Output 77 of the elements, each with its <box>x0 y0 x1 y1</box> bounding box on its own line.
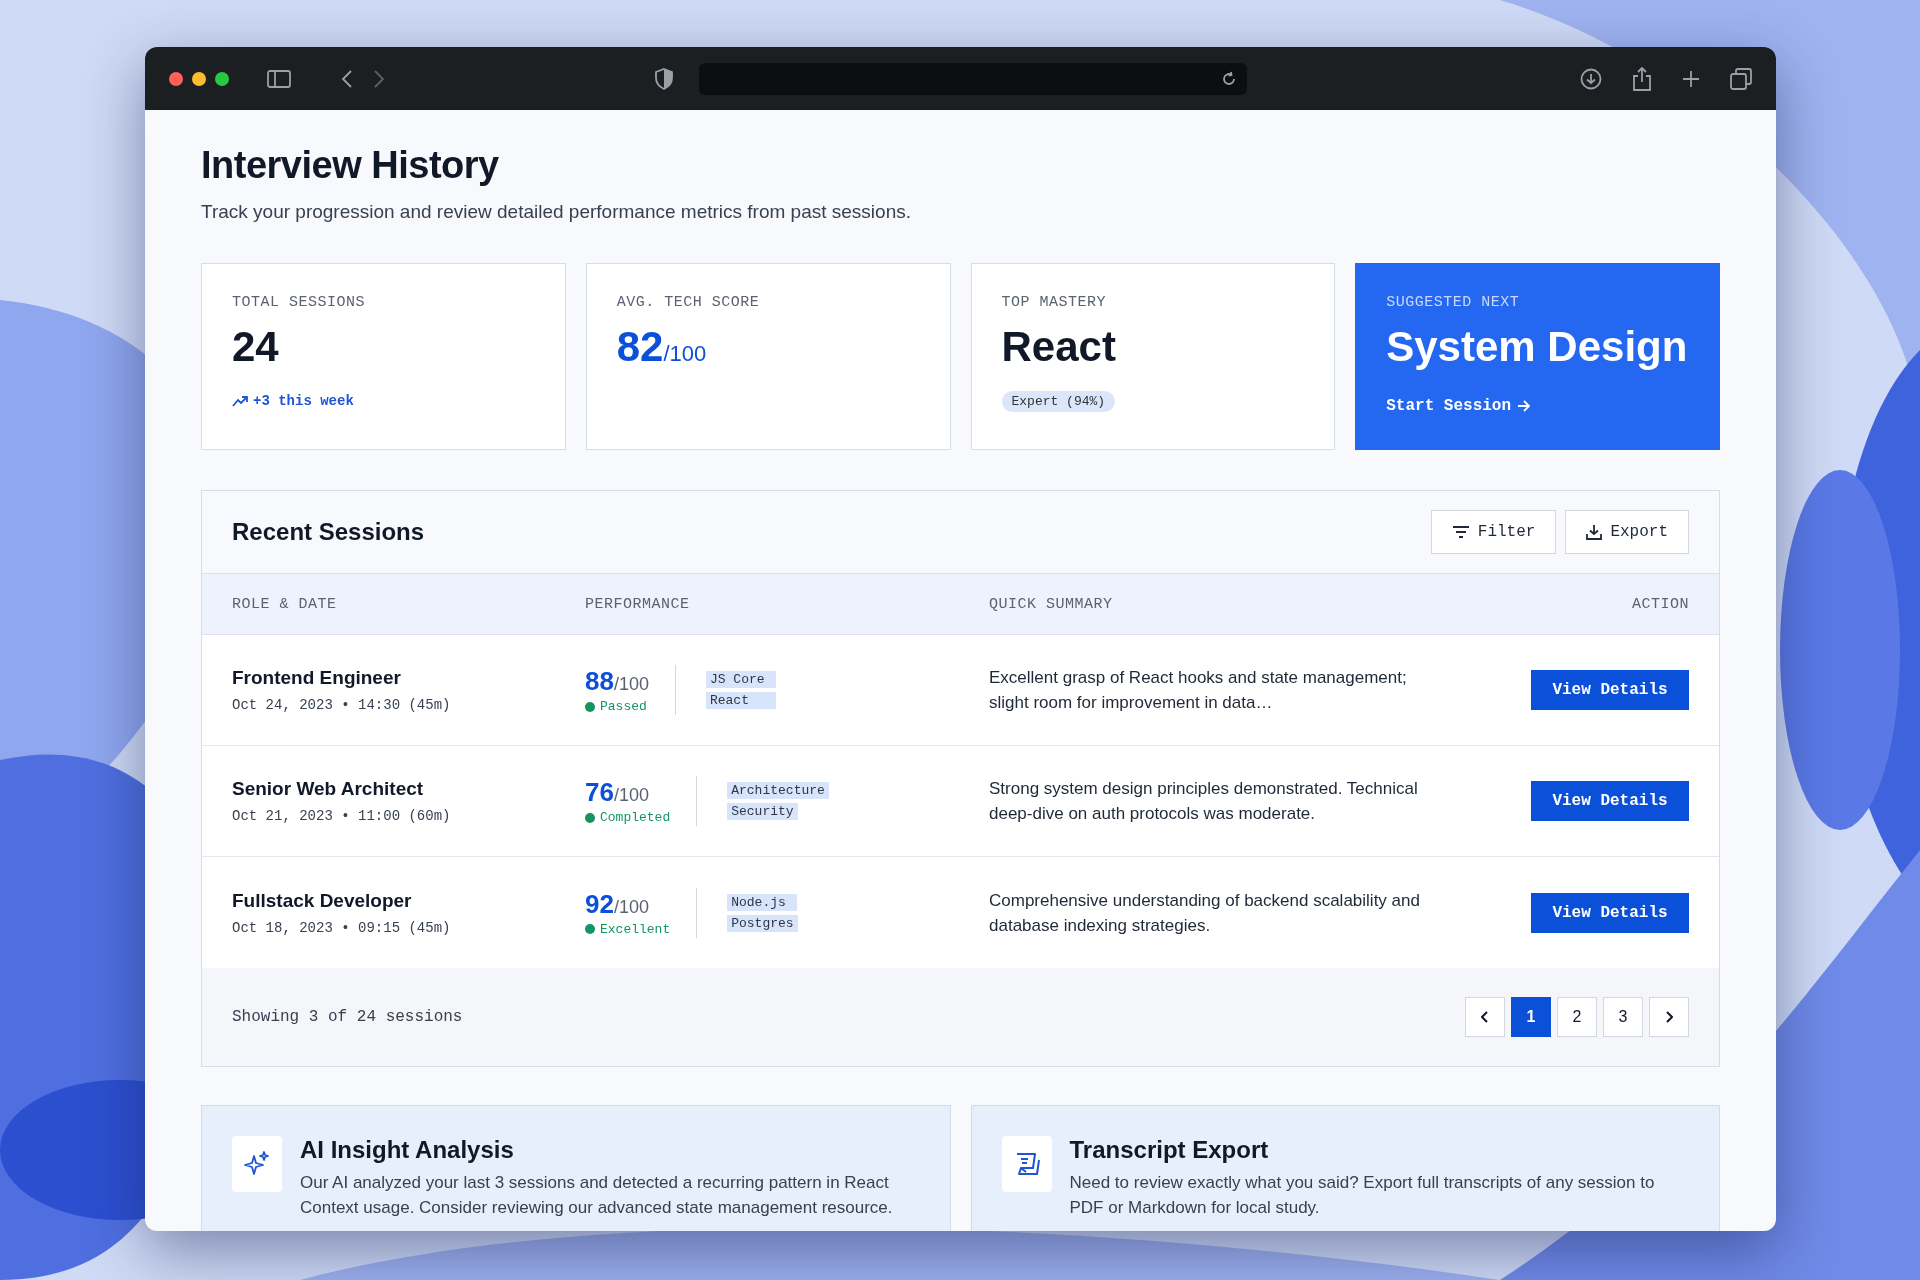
topic-tag: Security <box>727 803 798 820</box>
stat-label: SUGGESTED NEXT <box>1386 294 1520 311</box>
session-date: Oct 21, 2023 • 11:00 (60m) <box>232 808 452 824</box>
topic-tag: Node.js <box>727 893 798 911</box>
view-details-button[interactable]: View Details <box>1531 781 1689 821</box>
stat-label: AVG. TECH SCORE <box>616 294 760 311</box>
chevron-right-icon <box>1665 1011 1673 1023</box>
shield-icon[interactable] <box>655 67 673 90</box>
status-dot <box>585 924 595 934</box>
topic-tag: Architecture <box>727 782 829 799</box>
level-badge: Expert (94%) <box>1001 391 1116 412</box>
minimize-icon[interactable] <box>192 71 206 86</box>
chevron-left-icon <box>1481 1011 1489 1023</box>
status-dot <box>585 701 595 712</box>
card-title: AI Insight Analysis <box>300 1136 515 1164</box>
topic-tag: JS Core <box>705 671 776 688</box>
card-text: Need to review exactly what you said? Export full transcripts of any session to PDF or Markdown for local study. <box>1069 1172 1656 1219</box>
status-text: Passed <box>600 699 647 714</box>
session-summary: Strong system design principles demonstrated. Technical deep-dive on auth protocols was moderate. <box>989 778 1419 825</box>
back-icon[interactable] <box>341 68 353 89</box>
role-title: Frontend Engineer <box>232 667 402 689</box>
page-button[interactable]: 3 <box>1603 997 1643 1037</box>
page-subtitle: Track your progression and review detailed performance metrics from past sessions. <box>201 201 912 223</box>
section-title: Recent Sessions <box>232 518 425 546</box>
topic-tag: Postgres <box>727 914 798 932</box>
card-title: Transcript Export <box>1069 1136 1270 1164</box>
trend-text: +3 this week <box>253 393 354 409</box>
results-count: Showing 3 of 24 sessions <box>232 1008 463 1026</box>
sparkle-icon <box>243 1150 271 1178</box>
stat-value: 24 <box>232 323 279 371</box>
start-session-link[interactable]: Start Session <box>1386 397 1532 415</box>
sidebar-icon[interactable] <box>267 69 291 88</box>
stat-label: TOP MASTERY <box>1001 294 1107 311</box>
session-date: Oct 24, 2023 • 14:30 (45m) <box>232 697 452 713</box>
view-details-button[interactable]: View Details <box>1531 892 1689 933</box>
forward-icon[interactable] <box>373 68 385 89</box>
reload-icon[interactable] <box>1221 70 1237 87</box>
status-text: Excellent <box>600 921 671 937</box>
session-summary: Comprehensive understanding of backend scalability and database indexing strategies. <box>989 889 1421 937</box>
filter-button[interactable]: Filter <box>1430 510 1557 554</box>
session-date: Oct 18, 2023 • 09:15 (45m) <box>232 919 452 936</box>
stat-value: React <box>1001 323 1116 371</box>
role-title: Fullstack Developer <box>232 889 413 912</box>
stat-label: TOTAL SESSIONS <box>232 294 366 311</box>
view-details-button[interactable]: View Details <box>1531 670 1689 710</box>
trend-up-icon <box>232 395 248 407</box>
export-button[interactable]: Export <box>1565 510 1689 554</box>
stat-value: System Design <box>1386 323 1688 371</box>
score-value: 88 <box>585 666 614 697</box>
column-header: PERFORMANCE <box>585 595 691 613</box>
download-icon <box>1586 524 1603 540</box>
zoom-icon[interactable] <box>215 71 229 86</box>
score-max: /100 <box>613 674 649 695</box>
new-tab-icon[interactable] <box>1682 69 1700 88</box>
score-max: /100 <box>613 896 649 918</box>
topic-tag: React <box>705 692 776 709</box>
page-button[interactable]: 2 <box>1557 997 1597 1037</box>
column-header: QUICK SUMMARY <box>989 595 1114 613</box>
score-value: 76 <box>585 777 614 808</box>
card-text: Our AI analyzed your last 3 sessions and detected a recurring pattern in React Context usage. Consider reviewing our advanced state management resource. <box>300 1172 894 1219</box>
score-max: /100 <box>613 785 649 806</box>
download-icon[interactable] <box>1580 67 1602 90</box>
tabs-icon[interactable] <box>1730 67 1752 90</box>
page-button[interactable]: 1 <box>1511 997 1551 1037</box>
close-icon[interactable] <box>169 71 183 86</box>
session-summary: Excellent grasp of React hooks and state management; slight room for improvement in data… <box>989 667 1408 714</box>
column-header: ACTION <box>1631 595 1689 613</box>
stat-value: 82/100 <box>616 323 707 372</box>
column-header: ROLE & DATE <box>232 595 338 613</box>
page-title: Interview History <box>201 144 500 187</box>
filter-icon <box>1451 525 1470 539</box>
score-value: 92 <box>585 888 614 920</box>
arrow-right-icon <box>1517 400 1532 412</box>
status-text: Completed <box>600 810 671 825</box>
status-dot <box>585 812 595 823</box>
role-title: Senior Web Architect <box>232 778 425 800</box>
share-icon[interactable] <box>1632 66 1652 91</box>
